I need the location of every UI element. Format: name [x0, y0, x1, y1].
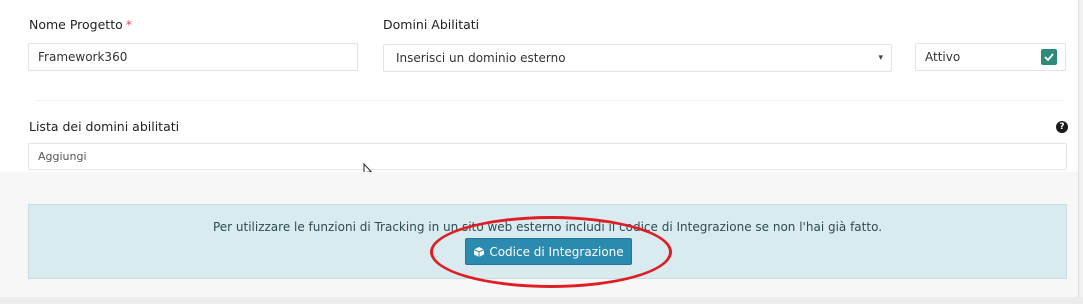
bottom-strip [0, 297, 1083, 304]
domain-list-placeholder: Aggiungi [38, 150, 87, 163]
section-divider [35, 100, 1065, 101]
form-card: Nome Progetto * Framework360 Domini Abili… [0, 0, 1079, 297]
annotation-highlight-ellipse [430, 216, 672, 288]
project-name-value: Framework360 [38, 50, 128, 64]
active-label: Attivo [925, 50, 961, 64]
domain-list-label: Lista dei domini abilitati [29, 119, 180, 134]
domains-label: Domini Abilitati [383, 17, 480, 32]
project-name-input[interactable]: Framework360 [28, 43, 358, 71]
check-icon [1044, 53, 1054, 61]
help-icon[interactable]: ? [1056, 121, 1068, 133]
required-mark: * [125, 17, 132, 32]
project-name-label-text: Nome Progetto [29, 17, 123, 32]
domain-list-input[interactable]: Aggiungi [28, 143, 1067, 170]
domain-select-value: Inserisci un dominio esterno [396, 51, 566, 65]
active-checkbox[interactable] [1041, 49, 1057, 65]
chevron-down-icon: ▾ [878, 53, 883, 63]
domain-select[interactable]: Inserisci un dominio esterno ▾ [383, 44, 892, 72]
project-name-label: Nome Progetto * [29, 17, 132, 32]
